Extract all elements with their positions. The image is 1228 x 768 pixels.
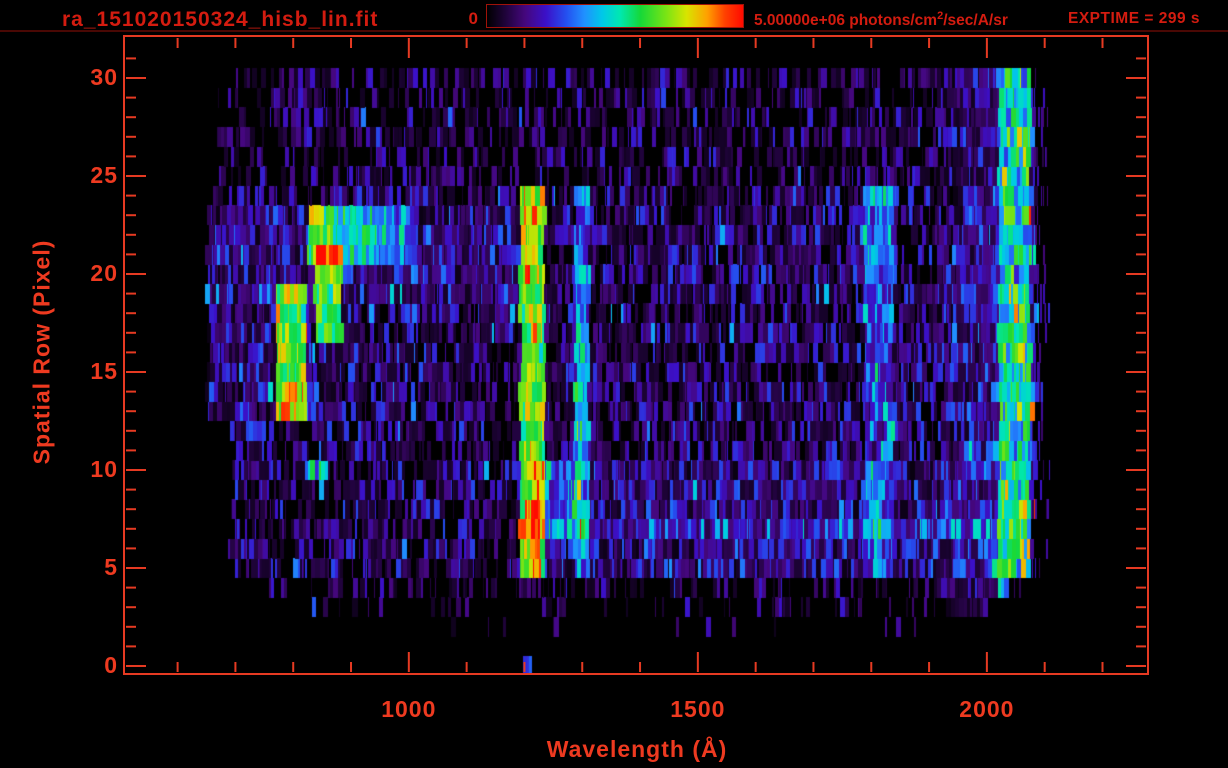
colorbar-units-suffix: /sec/A/sr (943, 12, 1008, 29)
header-separator (0, 30, 1228, 32)
y-tick-label: 30 (90, 64, 118, 90)
y-tick-label: 25 (90, 162, 118, 188)
x-tick-label: 1500 (670, 696, 726, 722)
y-tick-label: 15 (90, 358, 118, 384)
y-axis-title: Spatial Row (Pixel) (28, 239, 55, 465)
y-tick-label: 5 (104, 554, 118, 580)
colorbar-max-label: 5.00000e+06 photons/cm2/sec/A/sr (754, 10, 1008, 30)
colorbar-min-label: 0 (468, 9, 478, 28)
x-tick-label: 2000 (959, 696, 1015, 722)
x-tick-label: 1000 (381, 696, 437, 722)
colorbar-max-value: 5.00000e+06 photons/cm (754, 12, 938, 29)
exptime-label: EXPTIME = 299 s (1068, 10, 1200, 27)
x-axis-title: Wavelength (Å) (546, 736, 728, 762)
colorbar-gradient (486, 4, 744, 28)
idl-plot-window: ra_151020150324_hisb_lin.fit 0 5.00000e+… (0, 0, 1228, 768)
fits-filename: ra_151020150324_hisb_lin.fit (62, 8, 379, 31)
y-tick-label: 10 (90, 456, 118, 482)
y-tick-label: 0 (104, 652, 118, 678)
y-tick-label: 20 (90, 260, 118, 286)
spectrogram-canvas (125, 37, 1147, 673)
